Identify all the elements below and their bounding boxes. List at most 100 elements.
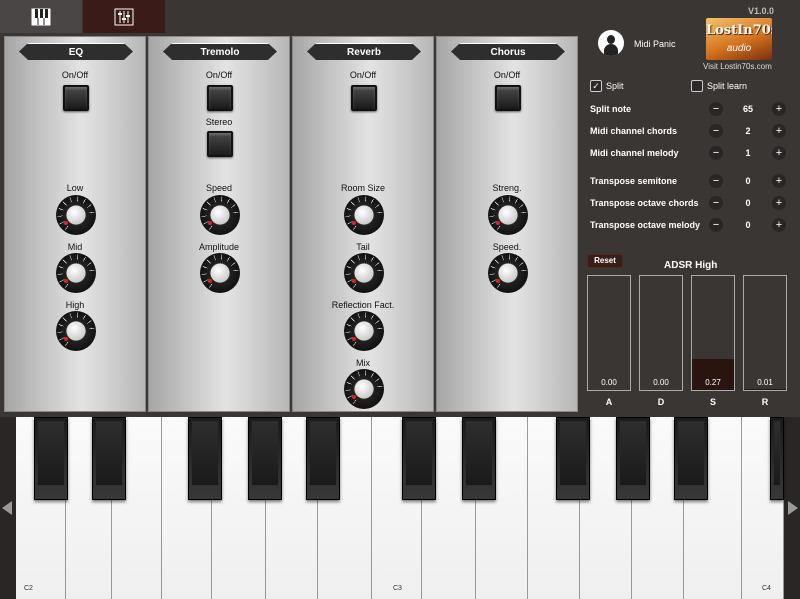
- transpose-octave-melody-label: Transpose octave melody: [590, 220, 701, 230]
- black-key[interactable]: [92, 417, 126, 500]
- eq-low-label: Low: [66, 183, 84, 193]
- black-key[interactable]: [462, 417, 496, 500]
- split-note-minus-button[interactable]: −: [709, 102, 723, 116]
- adsr-sustain-slider[interactable]: 0.27: [691, 275, 735, 391]
- scroll-left-arrow-icon[interactable]: [2, 501, 12, 515]
- split-note-plus-button[interactable]: +: [772, 102, 786, 116]
- black-key[interactable]: [402, 417, 436, 500]
- black-key[interactable]: [770, 417, 784, 500]
- reverb-reflection-knob[interactable]: [344, 311, 384, 351]
- adsr-release-slider[interactable]: 0.01: [743, 275, 787, 391]
- tremolo-speed-label: Speed: [205, 183, 233, 193]
- reverb-mix-knob[interactable]: [344, 369, 384, 409]
- reverb-onoff-label: On/Off: [349, 70, 377, 80]
- tremolo-onoff-label: On/Off: [205, 70, 233, 80]
- split-label: Split: [606, 81, 624, 91]
- reverb-roomsize-knob[interactable]: [344, 195, 384, 235]
- tremolo-speed-knob[interactable]: [200, 195, 240, 235]
- tremolo-stereo-button[interactable]: [207, 131, 233, 157]
- adsr-release-label: R: [761, 397, 769, 407]
- midi-channel-melody-minus-button[interactable]: −: [709, 146, 723, 160]
- black-key[interactable]: [188, 417, 222, 500]
- eq-onoff-label: On/Off: [61, 70, 89, 80]
- reverb-tail-label: Tail: [356, 242, 370, 252]
- tremolo-title: Tremolo: [163, 43, 277, 60]
- eq-title: EQ: [19, 43, 133, 60]
- midi-channel-melody-value: 1: [745, 148, 751, 158]
- reverb-panel: Reverb On/Off Room Size Tail Reflection …: [292, 36, 434, 412]
- midi-channel-chords-plus-button[interactable]: +: [772, 124, 786, 138]
- adsr-attack-slider[interactable]: 0.00: [587, 275, 631, 391]
- adsr-reset-button[interactable]: Reset: [587, 254, 623, 268]
- adsr-sustain-value: 0.27: [705, 378, 721, 387]
- note-label-c2: C2: [24, 585, 33, 592]
- visit-link[interactable]: Visit Lostin70s.com: [703, 62, 772, 71]
- split-learn-label: Split learn: [707, 81, 748, 91]
- eq-onoff-button[interactable]: [63, 85, 89, 111]
- tremolo-stereo-label: Stereo: [205, 117, 233, 127]
- split-learn-checkbox[interactable]: [691, 80, 703, 92]
- note-label-c3: C3: [393, 585, 402, 592]
- tremolo-amplitude-knob[interactable]: [200, 253, 240, 293]
- chorus-onoff-label: On/Off: [493, 70, 521, 80]
- transpose-octave-chords-label: Transpose octave chords: [590, 198, 699, 208]
- tab-keyboard[interactable]: [0, 0, 82, 33]
- note-label-c4: C4: [762, 585, 771, 592]
- transpose-semitone-plus-button[interactable]: +: [772, 174, 786, 188]
- eq-mid-label: Mid: [67, 242, 83, 252]
- transpose-octave-chords-plus-button[interactable]: +: [772, 196, 786, 210]
- split-note-value: 65: [742, 104, 753, 114]
- piano-icon: [31, 8, 51, 25]
- transpose-octave-melody-value: 0: [745, 220, 751, 230]
- chorus-panel: Chorus On/Off Streng. Speed.: [436, 36, 578, 412]
- black-key[interactable]: [616, 417, 650, 500]
- scroll-right-arrow-icon[interactable]: [788, 501, 798, 515]
- black-key[interactable]: [556, 417, 590, 500]
- transpose-octave-chords-value: 0: [745, 198, 751, 208]
- reverb-roomsize-label: Room Size: [340, 183, 385, 193]
- midi-panic-label: Midi Panic: [634, 39, 676, 49]
- midi-channel-melody-label: Midi channel melody: [590, 148, 679, 158]
- midi-channel-melody-plus-button[interactable]: +: [772, 146, 786, 160]
- chorus-speed-label: Speed.: [492, 242, 522, 252]
- transpose-octave-melody-minus-button[interactable]: −: [709, 218, 723, 232]
- reverb-tail-knob[interactable]: [344, 253, 384, 293]
- eq-mid-knob[interactable]: [56, 253, 96, 293]
- eq-high-knob[interactable]: [56, 311, 96, 351]
- transpose-octave-chords-minus-button[interactable]: −: [709, 196, 723, 210]
- view-tabs: [0, 0, 580, 33]
- chorus-strength-knob[interactable]: [488, 195, 528, 235]
- black-key[interactable]: [306, 417, 340, 500]
- black-key[interactable]: [34, 417, 68, 500]
- eq-panel: EQ On/Off Low Mid High: [4, 36, 146, 412]
- reverb-onoff-button[interactable]: [351, 85, 377, 111]
- transpose-octave-melody-plus-button[interactable]: +: [772, 218, 786, 232]
- tab-mixer[interactable]: [83, 0, 165, 33]
- reverb-reflection-label: Reflection Fact.: [331, 300, 395, 310]
- effects-area: EQ On/Off Low Mid High Tremolo On/Off St…: [0, 33, 580, 415]
- adsr-decay-slider[interactable]: 0.00: [639, 275, 683, 391]
- midi-channel-chords-minus-button[interactable]: −: [709, 124, 723, 138]
- chorus-speed-knob[interactable]: [488, 253, 528, 293]
- logo-subtext: audio: [726, 43, 752, 54]
- chorus-onoff-button[interactable]: [495, 85, 521, 111]
- split-checkbox[interactable]: ✓: [590, 80, 602, 92]
- tremolo-panel: Tremolo On/Off Stereo Speed Amplitude: [148, 36, 290, 412]
- transpose-semitone-value: 0: [745, 176, 751, 186]
- adsr-sustain-label: S: [709, 397, 716, 407]
- midi-panic-icon[interactable]: [598, 30, 624, 56]
- brand-logo[interactable]: LostIn70s audio: [706, 18, 772, 60]
- eq-low-knob[interactable]: [56, 195, 96, 235]
- transpose-semitone-minus-button[interactable]: −: [709, 174, 723, 188]
- version-label: V1.0.0: [747, 6, 774, 16]
- reverb-mix-label: Mix: [356, 358, 370, 368]
- black-key[interactable]: [248, 417, 282, 500]
- adsr-attack-label: A: [605, 397, 613, 407]
- adsr-release-value: 0.01: [757, 378, 773, 387]
- tremolo-amplitude-label: Amplitude: [198, 242, 240, 252]
- adsr-title: ADSR High: [664, 260, 718, 271]
- black-key[interactable]: [674, 417, 708, 500]
- adsr-release-fill: [744, 388, 786, 390]
- split-note-label: Split note: [590, 104, 631, 114]
- tremolo-onoff-button[interactable]: [207, 85, 233, 111]
